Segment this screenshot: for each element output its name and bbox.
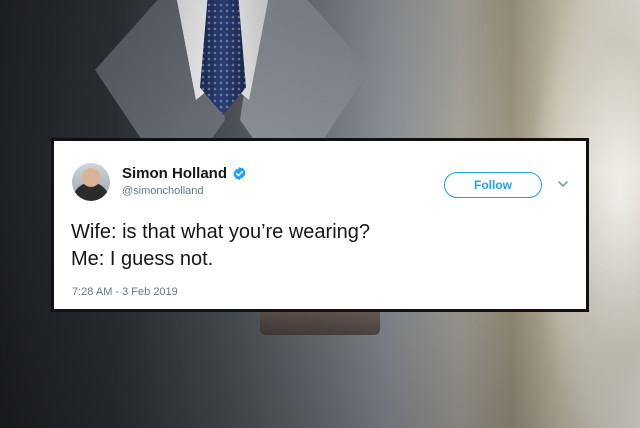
tweet-card: Simon Holland @simoncholland Follow Wife… [51,138,589,312]
user-handle[interactable]: @simoncholland [122,185,204,197]
tweet-text-line: Me: I guess not. [71,248,214,270]
tweet-timestamp[interactable]: 7:28 AM - 3 Feb 2019 [72,286,178,298]
avatar[interactable] [72,163,110,201]
verified-badge-icon [233,166,246,181]
follow-button[interactable]: Follow [444,172,542,198]
tweet-text: Wife: is that what you’re wearing? Me: I… [71,219,571,273]
tweet-text-line: Wife: is that what you’re wearing? [71,221,371,243]
display-name[interactable]: Simon Holland [122,165,227,182]
chevron-down-icon[interactable] [556,177,570,191]
display-name-row[interactable]: Simon Holland [122,165,247,182]
